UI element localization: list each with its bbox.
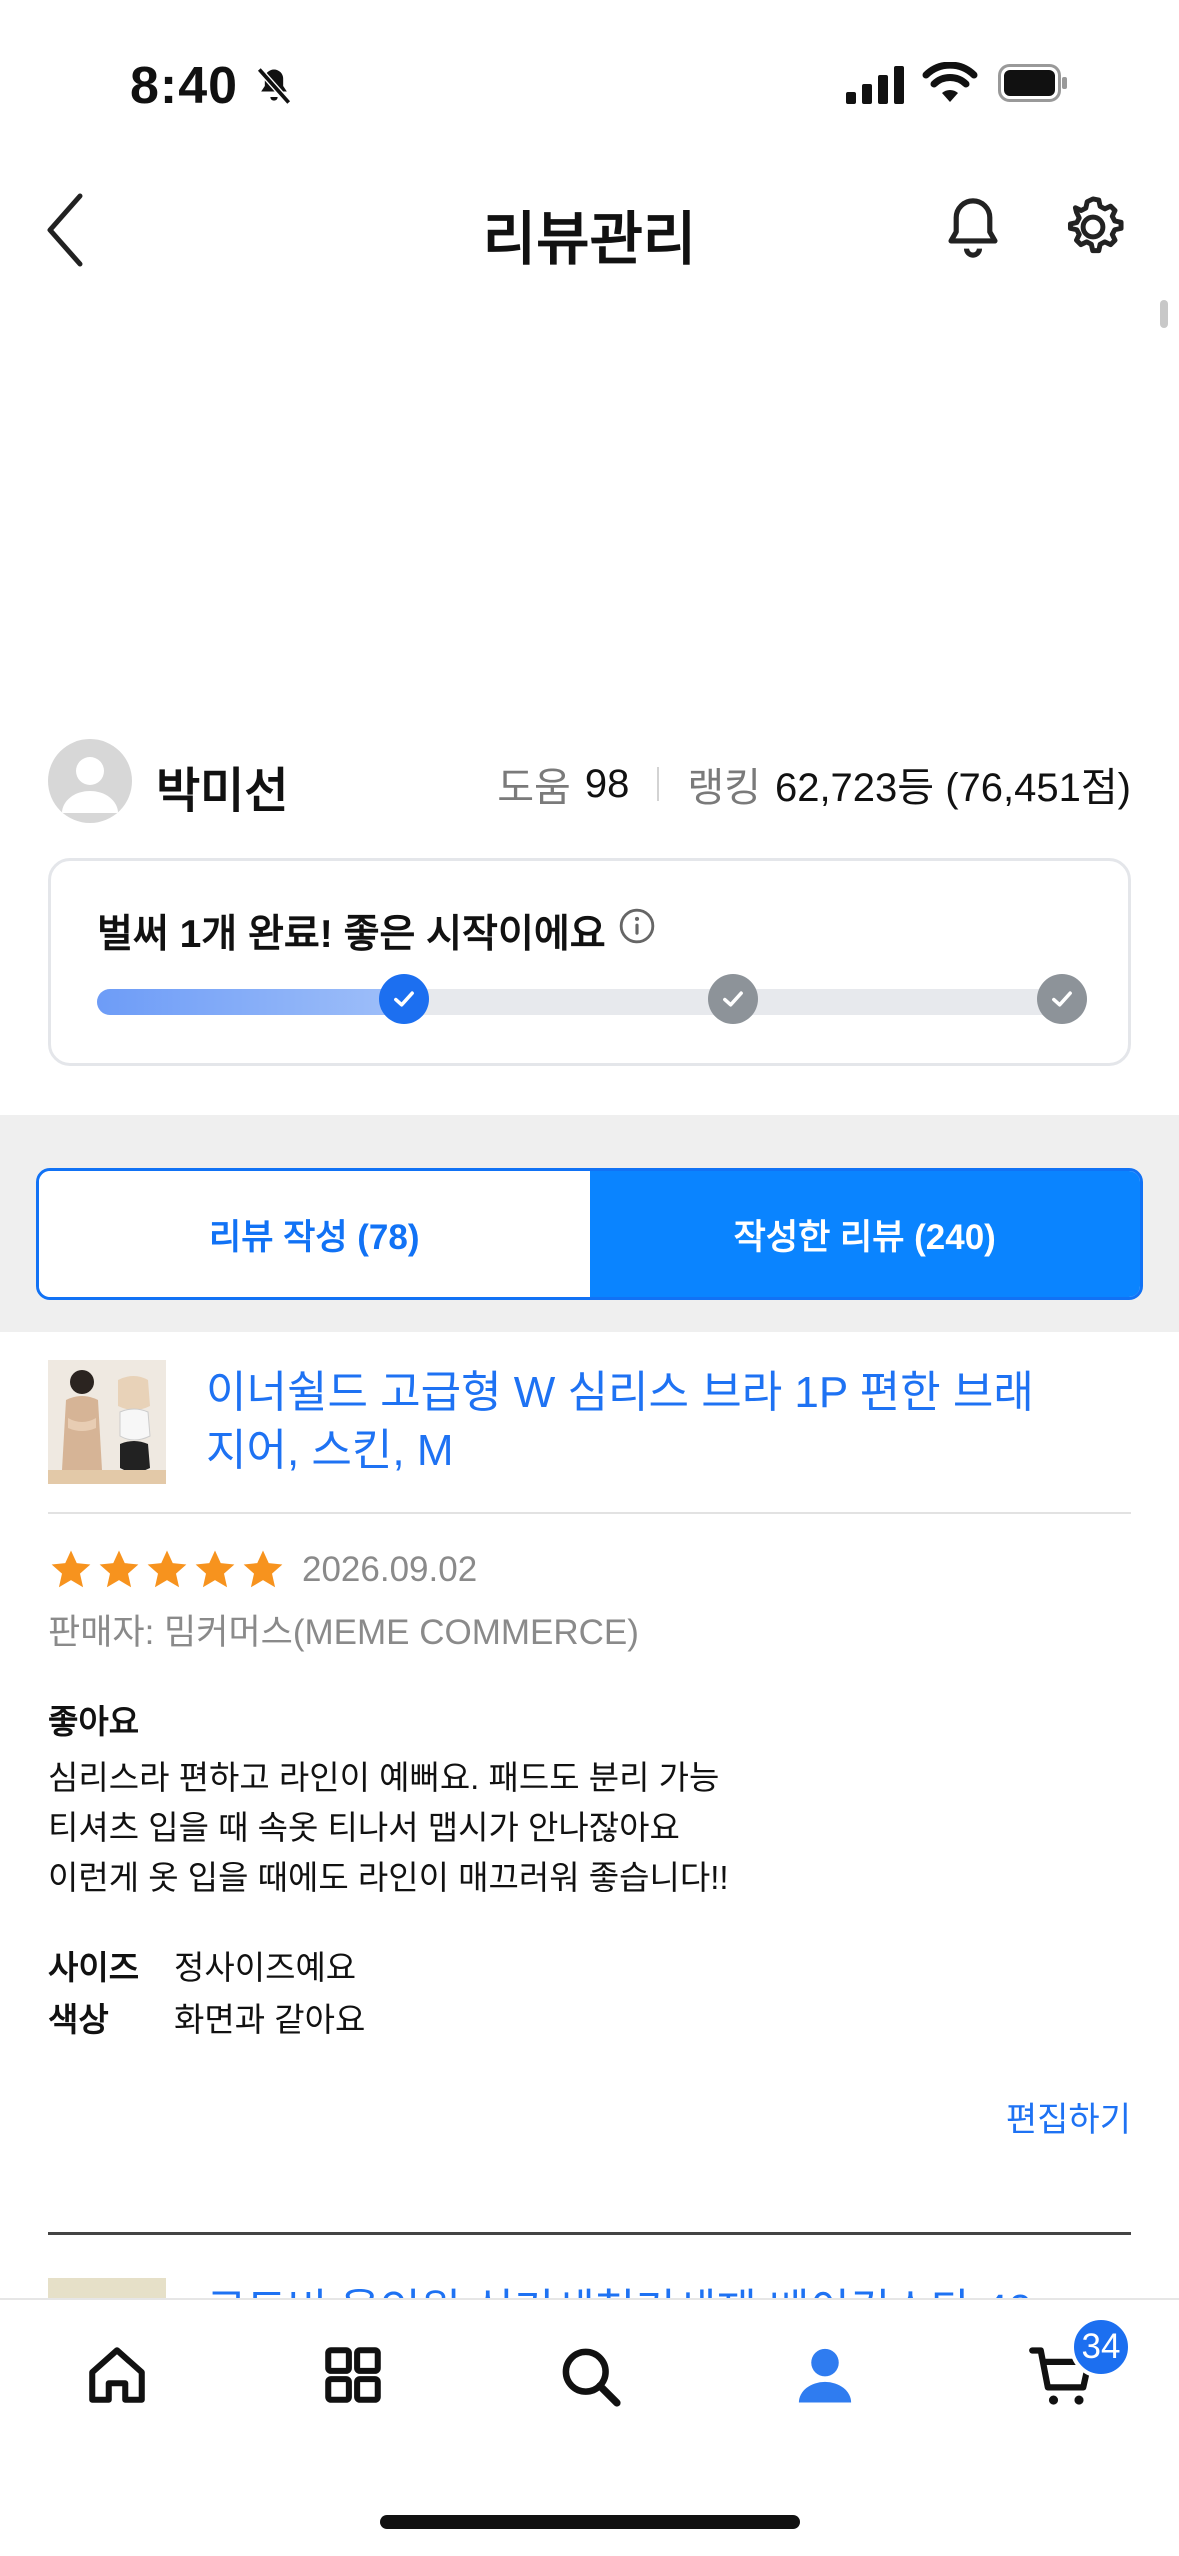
product-title[interactable]: 이너쉴드 고급형 W 심리스 브라 1P 편한 브래지어, 스킨, M — [206, 1364, 1066, 1480]
star-icon — [51, 1550, 91, 1588]
profile-summary: 박미선 도움 98 랭킹 62,723등 (76,451점) — [48, 735, 1131, 827]
review-attributes: 사이즈 정사이즈예요 색상 화면과 같아요 — [48, 1942, 365, 2046]
next-review-item[interactable]: 르도비 올인원 식기세척기세제 베이킹소다 40 — [48, 2268, 1131, 2300]
profile-stats: 도움 98 랭킹 62,723등 (76,451점) — [497, 755, 1131, 813]
info-icon[interactable] — [618, 907, 656, 955]
review-headline: 좋아요 — [48, 1703, 140, 1740]
status-time: 8:40 — [130, 57, 239, 115]
progress-message-row: 벌써 1개 완료! 좋은 시작이에요 — [97, 903, 656, 959]
rating-row: 2026.09.02 — [48, 1545, 477, 1595]
avatar[interactable] — [48, 739, 132, 823]
review-tabs: 리뷰 작성 (78) 작성한 리뷰 (240) — [36, 1168, 1143, 1300]
progress-message: 벌써 1개 완료! 좋은 시작이에요 — [97, 913, 606, 956]
check-icon — [1052, 991, 1072, 1007]
profile-name: 박미선 — [156, 765, 289, 818]
review-date: 2026.09.02 — [302, 1550, 478, 1589]
home-indicator[interactable] — [380, 2515, 800, 2529]
status-bar: 8:40 — [0, 0, 1179, 160]
divider — [48, 1512, 1131, 1514]
review-body-line: 이런게 옷 입을 때에도 라인이 매끄러워 좋습니다!! — [48, 1859, 729, 1896]
seller-name: 판매자: 밈커머스(MEME COMMERCE) — [48, 1613, 639, 1652]
top-app-bar: 리뷰관리 — [0, 170, 1179, 290]
battery-icon — [998, 64, 1068, 107]
attribute-key: 색상 — [48, 2001, 109, 2038]
progress-track — [97, 974, 1087, 1024]
category-icon[interactable] — [320, 2342, 386, 2413]
review-product[interactable]: 이너쉴드 고급형 W 심리스 브라 1P 편한 브래지어, 스킨, M — [48, 1360, 1131, 1512]
edit-review-button[interactable]: 편집하기 — [1006, 2092, 1131, 2141]
bell-muted-icon — [252, 62, 296, 115]
star-icon — [147, 1550, 187, 1588]
search-icon[interactable] — [556, 2342, 624, 2415]
check-icon — [394, 991, 414, 1007]
home-icon[interactable] — [84, 2342, 150, 2413]
progress-fill — [97, 989, 403, 1015]
ranking-label: 랭킹 — [687, 766, 761, 810]
star-icon — [195, 1550, 235, 1588]
product-thumbnail[interactable] — [48, 2278, 166, 2300]
tab-write-review[interactable]: 리뷰 작성 (78) — [39, 1171, 590, 1297]
help-count: 98 — [584, 761, 630, 806]
attribute-value: 화면과 같아요 — [174, 2001, 366, 2038]
profile-icon[interactable] — [792, 2342, 858, 2413]
review-progress-card: 벌써 1개 완료! 좋은 시작이에요 — [48, 858, 1131, 1066]
tab-written-reviews[interactable]: 작성한 리뷰 (240) — [589, 1171, 1140, 1297]
cart-count-badge[interactable]: 34 — [1070, 2316, 1132, 2378]
attribute-row: 사이즈 정사이즈예요 — [48, 1942, 365, 1994]
stats-divider — [657, 767, 660, 801]
cellular-signal-icon — [846, 66, 908, 109]
scroll-indicator[interactable] — [1160, 300, 1168, 328]
attribute-value: 정사이즈예요 — [174, 1949, 357, 1986]
review-body: 심리스라 편하고 라인이 예뻐요. 패드도 분리 가능 티셔츠 입을 때 속옷 … — [48, 1753, 729, 1903]
progress-step-3 — [1037, 974, 1087, 1024]
product-title[interactable]: 르도비 올인원 식기세척기세제 베이킹소다 40 — [206, 2274, 1032, 2300]
review-body-line: 심리스라 편하고 라인이 예뻐요. 패드도 분리 가능 — [48, 1759, 720, 1796]
progress-step-1 — [379, 974, 429, 1024]
notification-bell-icon[interactable] — [942, 194, 1004, 267]
progress-step-2 — [708, 974, 758, 1024]
review-body-line: 티셔츠 입을 때 속옷 티나서 맵시가 안나잖아요 — [48, 1809, 680, 1846]
star-icon — [243, 1550, 283, 1588]
review-separator — [48, 2232, 1131, 2235]
settings-gear-icon[interactable] — [1060, 194, 1126, 265]
check-icon — [723, 991, 743, 1007]
product-thumbnail[interactable] — [48, 1360, 166, 1484]
attribute-key: 사이즈 — [48, 1949, 140, 1986]
wifi-icon — [922, 61, 978, 109]
star-icon — [99, 1550, 139, 1588]
ranking-value: 62,723등 (76,451점) — [774, 766, 1131, 810]
help-label: 도움 — [497, 766, 571, 810]
attribute-row: 색상 화면과 같아요 — [48, 1994, 365, 2046]
